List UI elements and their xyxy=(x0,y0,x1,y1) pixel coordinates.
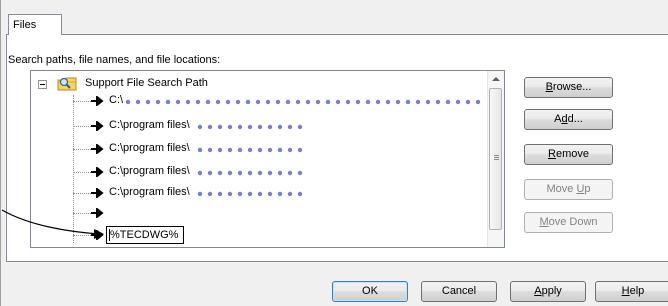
scroll-up-icon[interactable] xyxy=(492,77,500,81)
text-caret xyxy=(109,229,110,241)
tree-item-6[interactable] xyxy=(31,205,491,221)
cancel-button[interactable]: Cancel xyxy=(421,281,497,302)
collapse-toggle-icon[interactable] xyxy=(38,80,47,89)
window-edge xyxy=(0,0,1,306)
obscured-text-dots xyxy=(197,124,303,130)
remove-button[interactable]: Remove xyxy=(524,144,613,165)
tree-item-label: C:\program files\ xyxy=(109,165,190,177)
path-edit-field[interactable]: %TECDWG% xyxy=(106,226,184,244)
search-path-tree[interactable]: Support File Search Path C:\ C:\program … xyxy=(30,70,505,248)
obscured-text-dots xyxy=(197,170,303,176)
add-button[interactable]: Add... xyxy=(524,109,613,130)
panel-label: Search paths, file names, and file locat… xyxy=(8,54,221,66)
arrow-right-icon xyxy=(91,230,104,240)
options-dialog: Files Search paths, file names, and file… xyxy=(0,0,668,306)
tree-item-3[interactable]: C:\program files\ xyxy=(31,141,491,157)
tree-item-1[interactable]: C:\ xyxy=(31,93,491,109)
tree-item-4[interactable]: C:\program files\ xyxy=(31,164,491,180)
tab-files[interactable]: Files xyxy=(8,14,62,35)
browse-button[interactable]: Browse... xyxy=(524,77,613,98)
tree-item-2[interactable]: C:\program files\ xyxy=(31,118,491,134)
obscured-text-dots xyxy=(125,99,481,105)
obscured-text-dots xyxy=(197,191,303,197)
help-button[interactable]: Help xyxy=(595,281,668,302)
vertical-scrollbar[interactable] xyxy=(487,71,504,247)
tree-item-label: C:\program files\ xyxy=(109,119,190,131)
tree-item-label: C:\program files\ xyxy=(109,142,190,154)
ok-button[interactable]: OK xyxy=(332,281,408,302)
arrow-right-icon xyxy=(91,208,104,218)
obscured-text-dots xyxy=(197,147,303,153)
tree-item-label: C:\program files\ xyxy=(109,186,190,198)
scroll-thumb[interactable] xyxy=(489,88,502,230)
tree-item-5[interactable]: C:\program files\ xyxy=(31,185,491,201)
move-up-button[interactable]: Move Up xyxy=(524,179,613,200)
arrow-right-icon xyxy=(91,96,104,106)
tree-item-editing[interactable] xyxy=(31,227,491,243)
tab-files-label: Files xyxy=(13,19,37,31)
apply-button[interactable]: Apply xyxy=(510,281,586,302)
arrow-right-icon xyxy=(91,121,104,131)
arrow-right-icon xyxy=(91,188,104,198)
arrow-right-icon xyxy=(91,144,104,154)
folder-search-icon xyxy=(57,77,77,91)
move-down-button[interactable]: Move Down xyxy=(524,212,613,233)
arrow-right-icon xyxy=(91,167,104,177)
tree-item-label: C:\ xyxy=(109,94,124,106)
path-edit-value: %TECDWG% xyxy=(110,229,179,241)
tree-root-label[interactable]: Support File Search Path xyxy=(85,77,208,93)
